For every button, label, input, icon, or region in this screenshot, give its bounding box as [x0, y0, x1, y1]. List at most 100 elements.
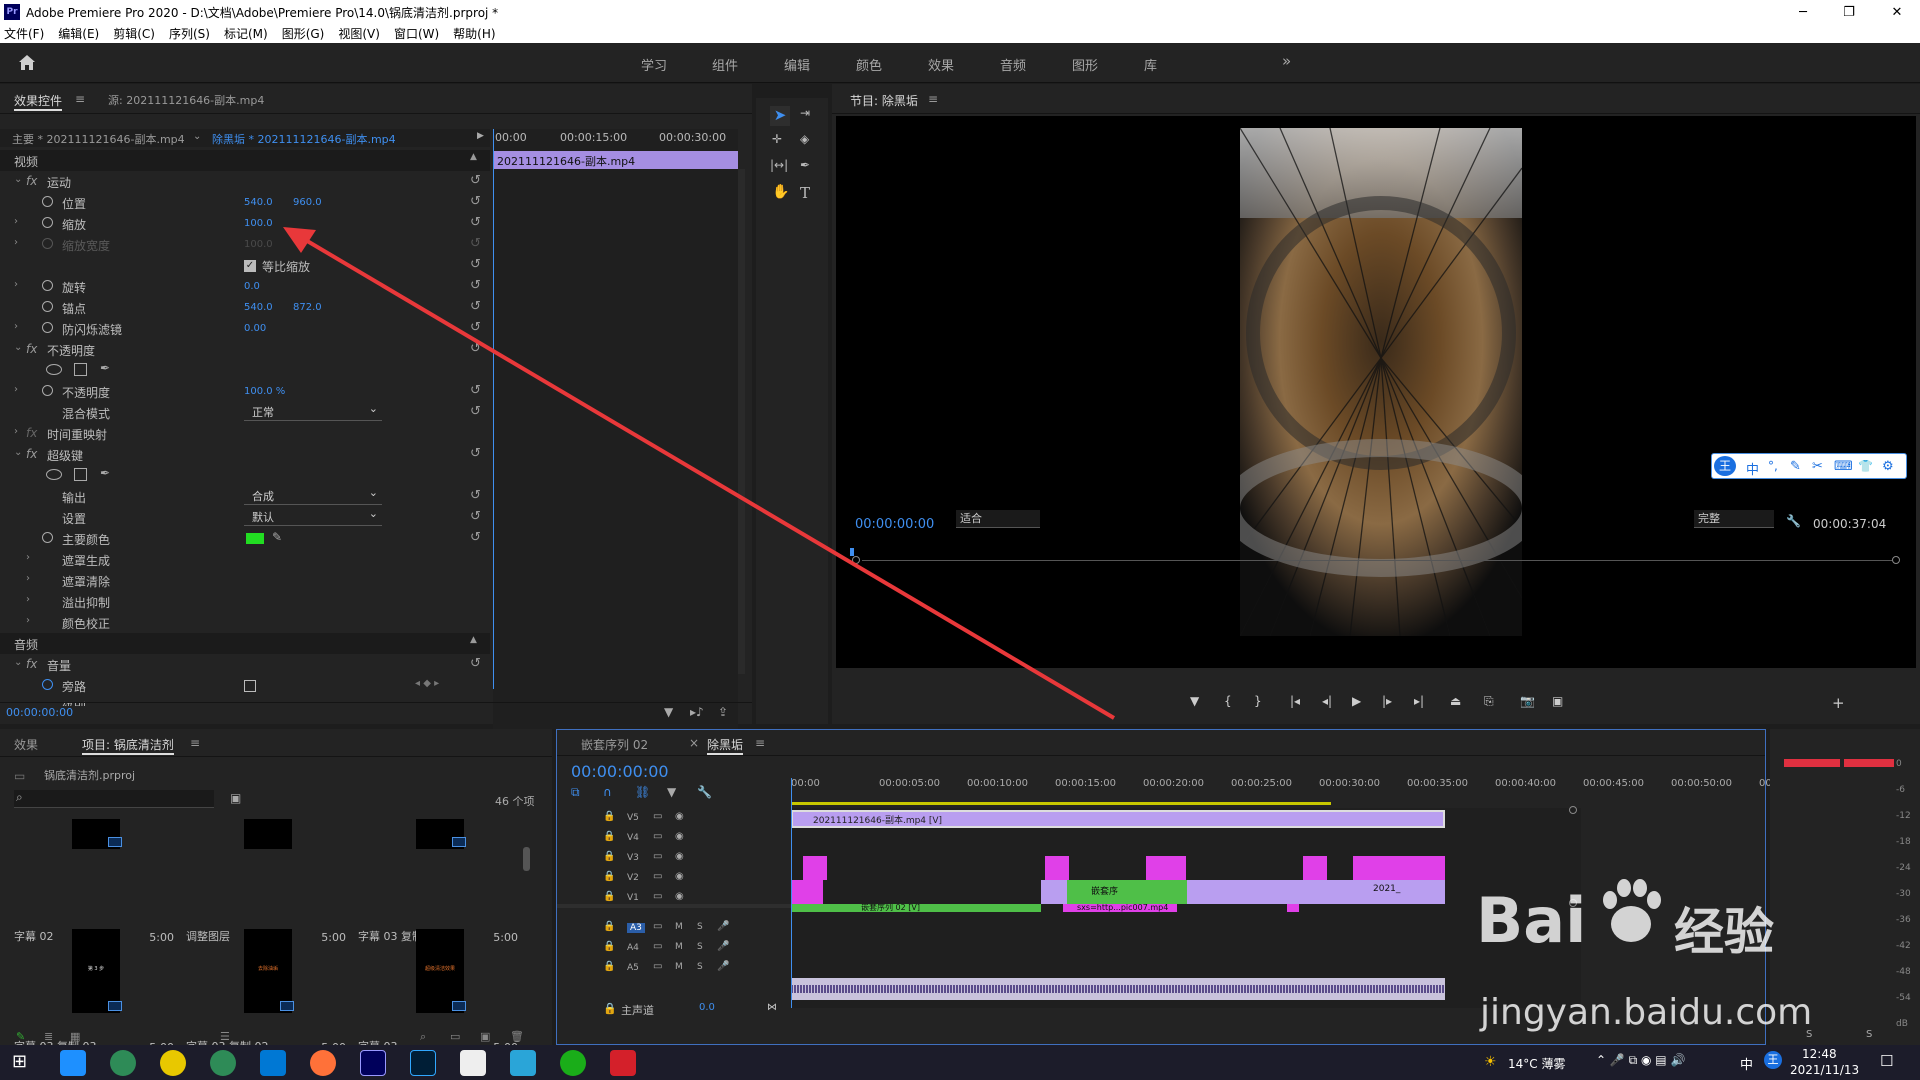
extract-icon[interactable]: ⎘ — [1484, 694, 1494, 709]
lock-icon[interactable]: 🔒 — [603, 1002, 617, 1015]
v3-clip[interactable] — [803, 856, 827, 880]
eye-icon[interactable]: ◉ — [675, 891, 684, 902]
workspace-learning[interactable]: 学习 — [641, 55, 667, 74]
mute-button[interactable]: M — [675, 962, 683, 972]
zoom-handle[interactable] — [1569, 899, 1577, 907]
reset-icon[interactable]: ↺ — [470, 509, 481, 524]
reset-icon[interactable]: ↺ — [470, 656, 481, 671]
v3-clip[interactable] — [1353, 856, 1445, 880]
workspace-audio[interactable]: 音频 — [1000, 55, 1026, 74]
menu-graphics[interactable]: 图形(G) — [282, 25, 325, 42]
menu-markers[interactable]: 标记(M) — [224, 25, 268, 42]
collapse-icon[interactable]: ▲ — [470, 152, 477, 162]
wrench-icon[interactable]: 🔧 — [1786, 514, 1801, 528]
workspace-effects[interactable]: 效果 — [928, 55, 954, 74]
anchor-y-value[interactable]: 872.0 — [293, 302, 322, 313]
tray-ime-logo[interactable]: 王 — [1764, 1051, 1782, 1069]
bypass-checkbox[interactable] — [244, 680, 256, 692]
firefox-icon[interactable] — [310, 1050, 336, 1076]
fx-icon[interactable]: fx — [26, 342, 37, 356]
ime-tools-icon[interactable]: ✂ — [1812, 459, 1823, 474]
home-icon[interactable] — [18, 54, 36, 71]
menu-help[interactable]: 帮助(H) — [453, 25, 495, 42]
workspace-assembly[interactable]: 组件 — [712, 55, 738, 74]
stopwatch-icon[interactable] — [42, 280, 53, 291]
master-volume-value[interactable]: 0.0 — [699, 1002, 715, 1013]
track-label[interactable]: V4 — [627, 833, 639, 843]
program-timecode[interactable]: 00:00:00:00 — [855, 517, 934, 532]
ec-timecode[interactable]: 00:00:00:00 — [6, 706, 73, 719]
pen-mask-icon[interactable]: ✒ — [100, 466, 110, 480]
hand-tool-icon[interactable]: ✋ — [772, 184, 789, 200]
fx-icon[interactable]: fx — [26, 657, 37, 671]
windows-start-icon[interactable]: ⊞ — [12, 1051, 27, 1072]
reset-icon[interactable]: ↺ — [470, 194, 481, 209]
lock-icon[interactable]: 🔒 — [603, 811, 615, 822]
reset-icon[interactable]: ↺ — [470, 341, 481, 356]
workspace-color[interactable]: 颜色 — [856, 55, 882, 74]
ellipse-mask-icon[interactable] — [46, 469, 62, 480]
pencil-icon[interactable]: ✎ — [16, 1030, 25, 1043]
lock-icon[interactable]: 🔒 — [603, 961, 615, 972]
v1-clip[interactable] — [1287, 904, 1299, 912]
add-marker-icon[interactable]: ▼ — [667, 785, 676, 799]
wechat-icon[interactable] — [560, 1050, 586, 1076]
meter-solo-right[interactable]: S — [1866, 1029, 1872, 1040]
reset-icon[interactable]: ↺ — [470, 215, 481, 230]
track-select-tool-icon[interactable]: ⇥ — [800, 106, 810, 120]
reset-icon[interactable]: ↺ — [470, 530, 481, 545]
tab-source[interactable]: 源: 202111121646-副本.mp4 — [108, 92, 264, 108]
work-area-bar[interactable] — [791, 802, 1331, 805]
workspace-more-button[interactable]: » — [1282, 52, 1291, 70]
project-item[interactable]: 调整图层 5:00 — [186, 817, 356, 944]
panel-menu-icon[interactable]: ≡ — [928, 92, 938, 106]
timeline-playhead[interactable] — [791, 778, 792, 1008]
lock-icon[interactable]: 🔒 — [603, 921, 615, 932]
taskbar-app-icon[interactable] — [210, 1050, 236, 1076]
pen-mask-icon[interactable]: ✒ — [100, 361, 110, 375]
taskbar-app-icon[interactable] — [110, 1050, 136, 1076]
workspace-graphics[interactable]: 图形 — [1072, 55, 1098, 74]
play-audio-icon[interactable]: ▸♪ — [690, 705, 704, 719]
position-y-value[interactable]: 960.0 — [293, 197, 322, 208]
v2-clip[interactable]: 2021_ — [1187, 880, 1445, 904]
reset-icon[interactable]: ↺ — [470, 383, 481, 398]
premiere-taskbar-icon[interactable] — [360, 1050, 386, 1076]
workspace-libraries[interactable]: 库 — [1144, 55, 1157, 74]
setting-dropdown[interactable]: 默认 — [244, 507, 382, 526]
stopwatch-icon[interactable] — [42, 196, 53, 207]
store-icon[interactable] — [260, 1050, 286, 1076]
project-search-input[interactable]: ⌕ — [14, 790, 214, 808]
clock-time[interactable]: 12:48 — [1802, 1047, 1837, 1061]
tab-program[interactable]: 节目: 除黑垢 — [850, 92, 918, 109]
timeline-settings-icon[interactable]: 🔧 — [697, 785, 712, 799]
stopwatch-icon[interactable] — [42, 532, 53, 543]
sync-lock-icon[interactable]: ▭ — [653, 941, 662, 952]
v3-clip[interactable] — [1045, 856, 1069, 880]
reset-icon[interactable]: ↺ — [470, 320, 481, 335]
stopwatch-icon[interactable] — [42, 385, 53, 396]
tab-effect-controls[interactable]: 效果控件 — [14, 92, 63, 111]
anchor-x-value[interactable]: 540.0 — [244, 302, 273, 313]
tab-project[interactable]: 项目: 锅底清洁剂 — [82, 736, 174, 755]
tab-effects[interactable]: 效果 — [14, 736, 38, 753]
position-x-value[interactable]: 540.0 — [244, 197, 273, 208]
menu-window[interactable]: 窗口(W) — [394, 25, 439, 42]
fx-icon[interactable]: fx — [26, 447, 37, 461]
tab-sequence[interactable]: 除黑垢 — [707, 736, 744, 755]
ime-lang[interactable]: 中 — [1746, 459, 1759, 478]
taskbar-app-icon[interactable] — [160, 1050, 186, 1076]
play-icon[interactable]: ▶ — [1352, 694, 1361, 708]
reset-icon[interactable]: ↺ — [470, 488, 481, 503]
menu-sequence[interactable]: 序列(S) — [169, 25, 210, 42]
sync-lock-icon[interactable]: ▭ — [653, 831, 662, 842]
rectangle-mask-icon[interactable] — [74, 363, 87, 376]
maximize-button[interactable]: ❐ — [1826, 0, 1872, 24]
a5-audio-clip[interactable] — [791, 978, 1445, 1000]
icon-view-icon[interactable]: ▦ — [70, 1030, 80, 1043]
close-button[interactable]: ✕ — [1874, 0, 1920, 24]
menu-edit[interactable]: 编辑(E) — [58, 25, 99, 42]
solo-button[interactable]: S — [697, 962, 703, 972]
meter-solo-left[interactable]: S — [1806, 1029, 1812, 1040]
stopwatch-icon[interactable] — [42, 322, 53, 333]
